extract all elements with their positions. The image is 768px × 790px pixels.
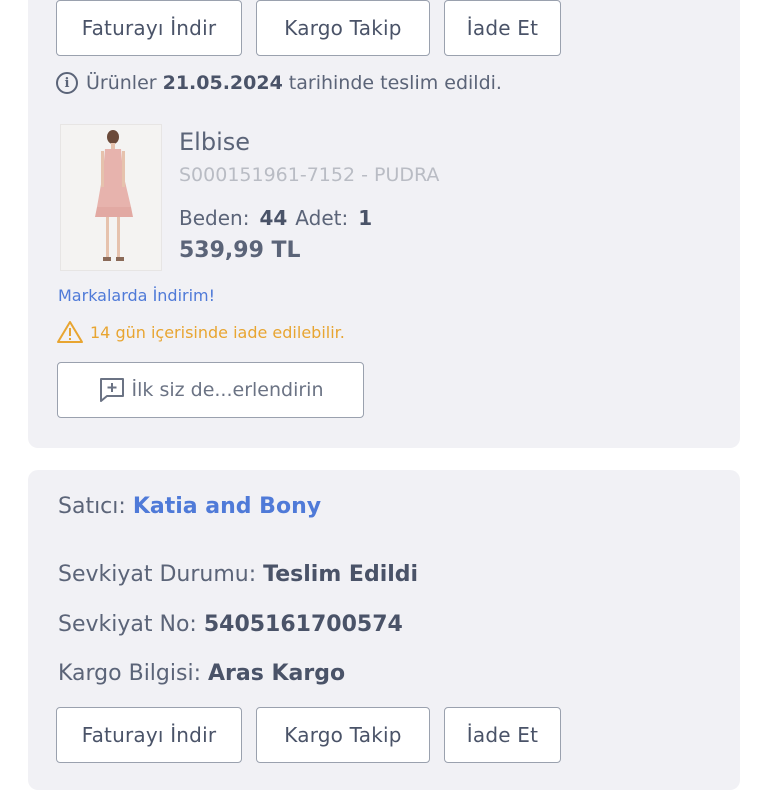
return-button[interactable]: İade Et xyxy=(444,0,561,56)
seller-label: Satıcı: xyxy=(58,494,126,519)
qty-value: 1 xyxy=(358,206,373,230)
track-cargo-button[interactable]: Kargo Takip xyxy=(256,707,430,763)
add-comment-icon xyxy=(99,378,124,402)
product-size-qty: Beden: 44 Adet: 1 xyxy=(179,206,380,230)
download-invoice-button[interactable]: Faturayı İndir xyxy=(56,0,242,56)
info-icon: i xyxy=(56,72,78,94)
seller-name-link[interactable]: Katia and Bony xyxy=(133,494,321,519)
return-eligibility-note: 14 gün içerisinde iade edilebilir. xyxy=(56,320,345,344)
cargo-info-line: Kargo Bilgisi: Aras Kargo xyxy=(58,661,345,686)
dress-model-image xyxy=(61,125,161,270)
return-button[interactable]: İade Et xyxy=(444,707,561,763)
seller-line: Satıcı: Katia and Bony xyxy=(58,494,321,519)
size-label: Beden: xyxy=(179,206,250,230)
product-code: S000151961-7152 - PUDRA xyxy=(179,164,440,186)
delivery-info: i Ürünler 21.05.2024 tarihinde teslim ed… xyxy=(56,72,502,94)
product-image[interactable] xyxy=(60,124,162,271)
shipment-number-line: Sevkiyat No: 5405161700574 xyxy=(58,612,403,637)
size-value: 44 xyxy=(259,206,288,230)
cargo-label: Kargo Bilgisi: xyxy=(58,661,201,686)
track-cargo-button[interactable]: Kargo Takip xyxy=(256,0,430,56)
shipment-no-label: Sevkiyat No: xyxy=(58,612,197,637)
shipment-actions: Faturayı İndir Kargo Takip İade Et xyxy=(56,707,561,763)
campaign-link[interactable]: Markalarda İndirim! xyxy=(58,286,215,305)
shipment-status-value: Teslim Edildi xyxy=(263,562,419,587)
product-price: 539,99 TL xyxy=(179,238,301,263)
product-name[interactable]: Elbise xyxy=(179,128,250,156)
review-button-label: İlk siz de...erlendirin xyxy=(131,379,324,401)
shipment-card: Satıcı: Katia and Bony Sevkiyat Durumu: … xyxy=(28,470,740,790)
warning-icon xyxy=(57,321,83,343)
order-card: Faturayı İndir Kargo Takip İade Et i Ürü… xyxy=(28,0,740,448)
shipment-no-value: 5405161700574 xyxy=(203,612,403,637)
order-actions: Faturayı İndir Kargo Takip İade Et xyxy=(56,0,561,56)
write-review-button[interactable]: İlk siz de...erlendirin xyxy=(57,362,364,418)
shipment-status-line: Sevkiyat Durumu: Teslim Edildi xyxy=(58,562,418,587)
qty-label: Adet: xyxy=(295,206,349,230)
return-note-text: 14 gün içerisinde iade edilebilir. xyxy=(90,322,345,342)
delivery-date: 21.05.2024 xyxy=(162,72,283,94)
cargo-value: Aras Kargo xyxy=(207,661,346,686)
delivery-prefix: Ürünler xyxy=(86,72,157,94)
delivery-suffix: tarihinde teslim edildi. xyxy=(288,72,502,94)
shipment-status-label: Sevkiyat Durumu: xyxy=(58,562,257,587)
download-invoice-button[interactable]: Faturayı İndir xyxy=(56,707,242,763)
